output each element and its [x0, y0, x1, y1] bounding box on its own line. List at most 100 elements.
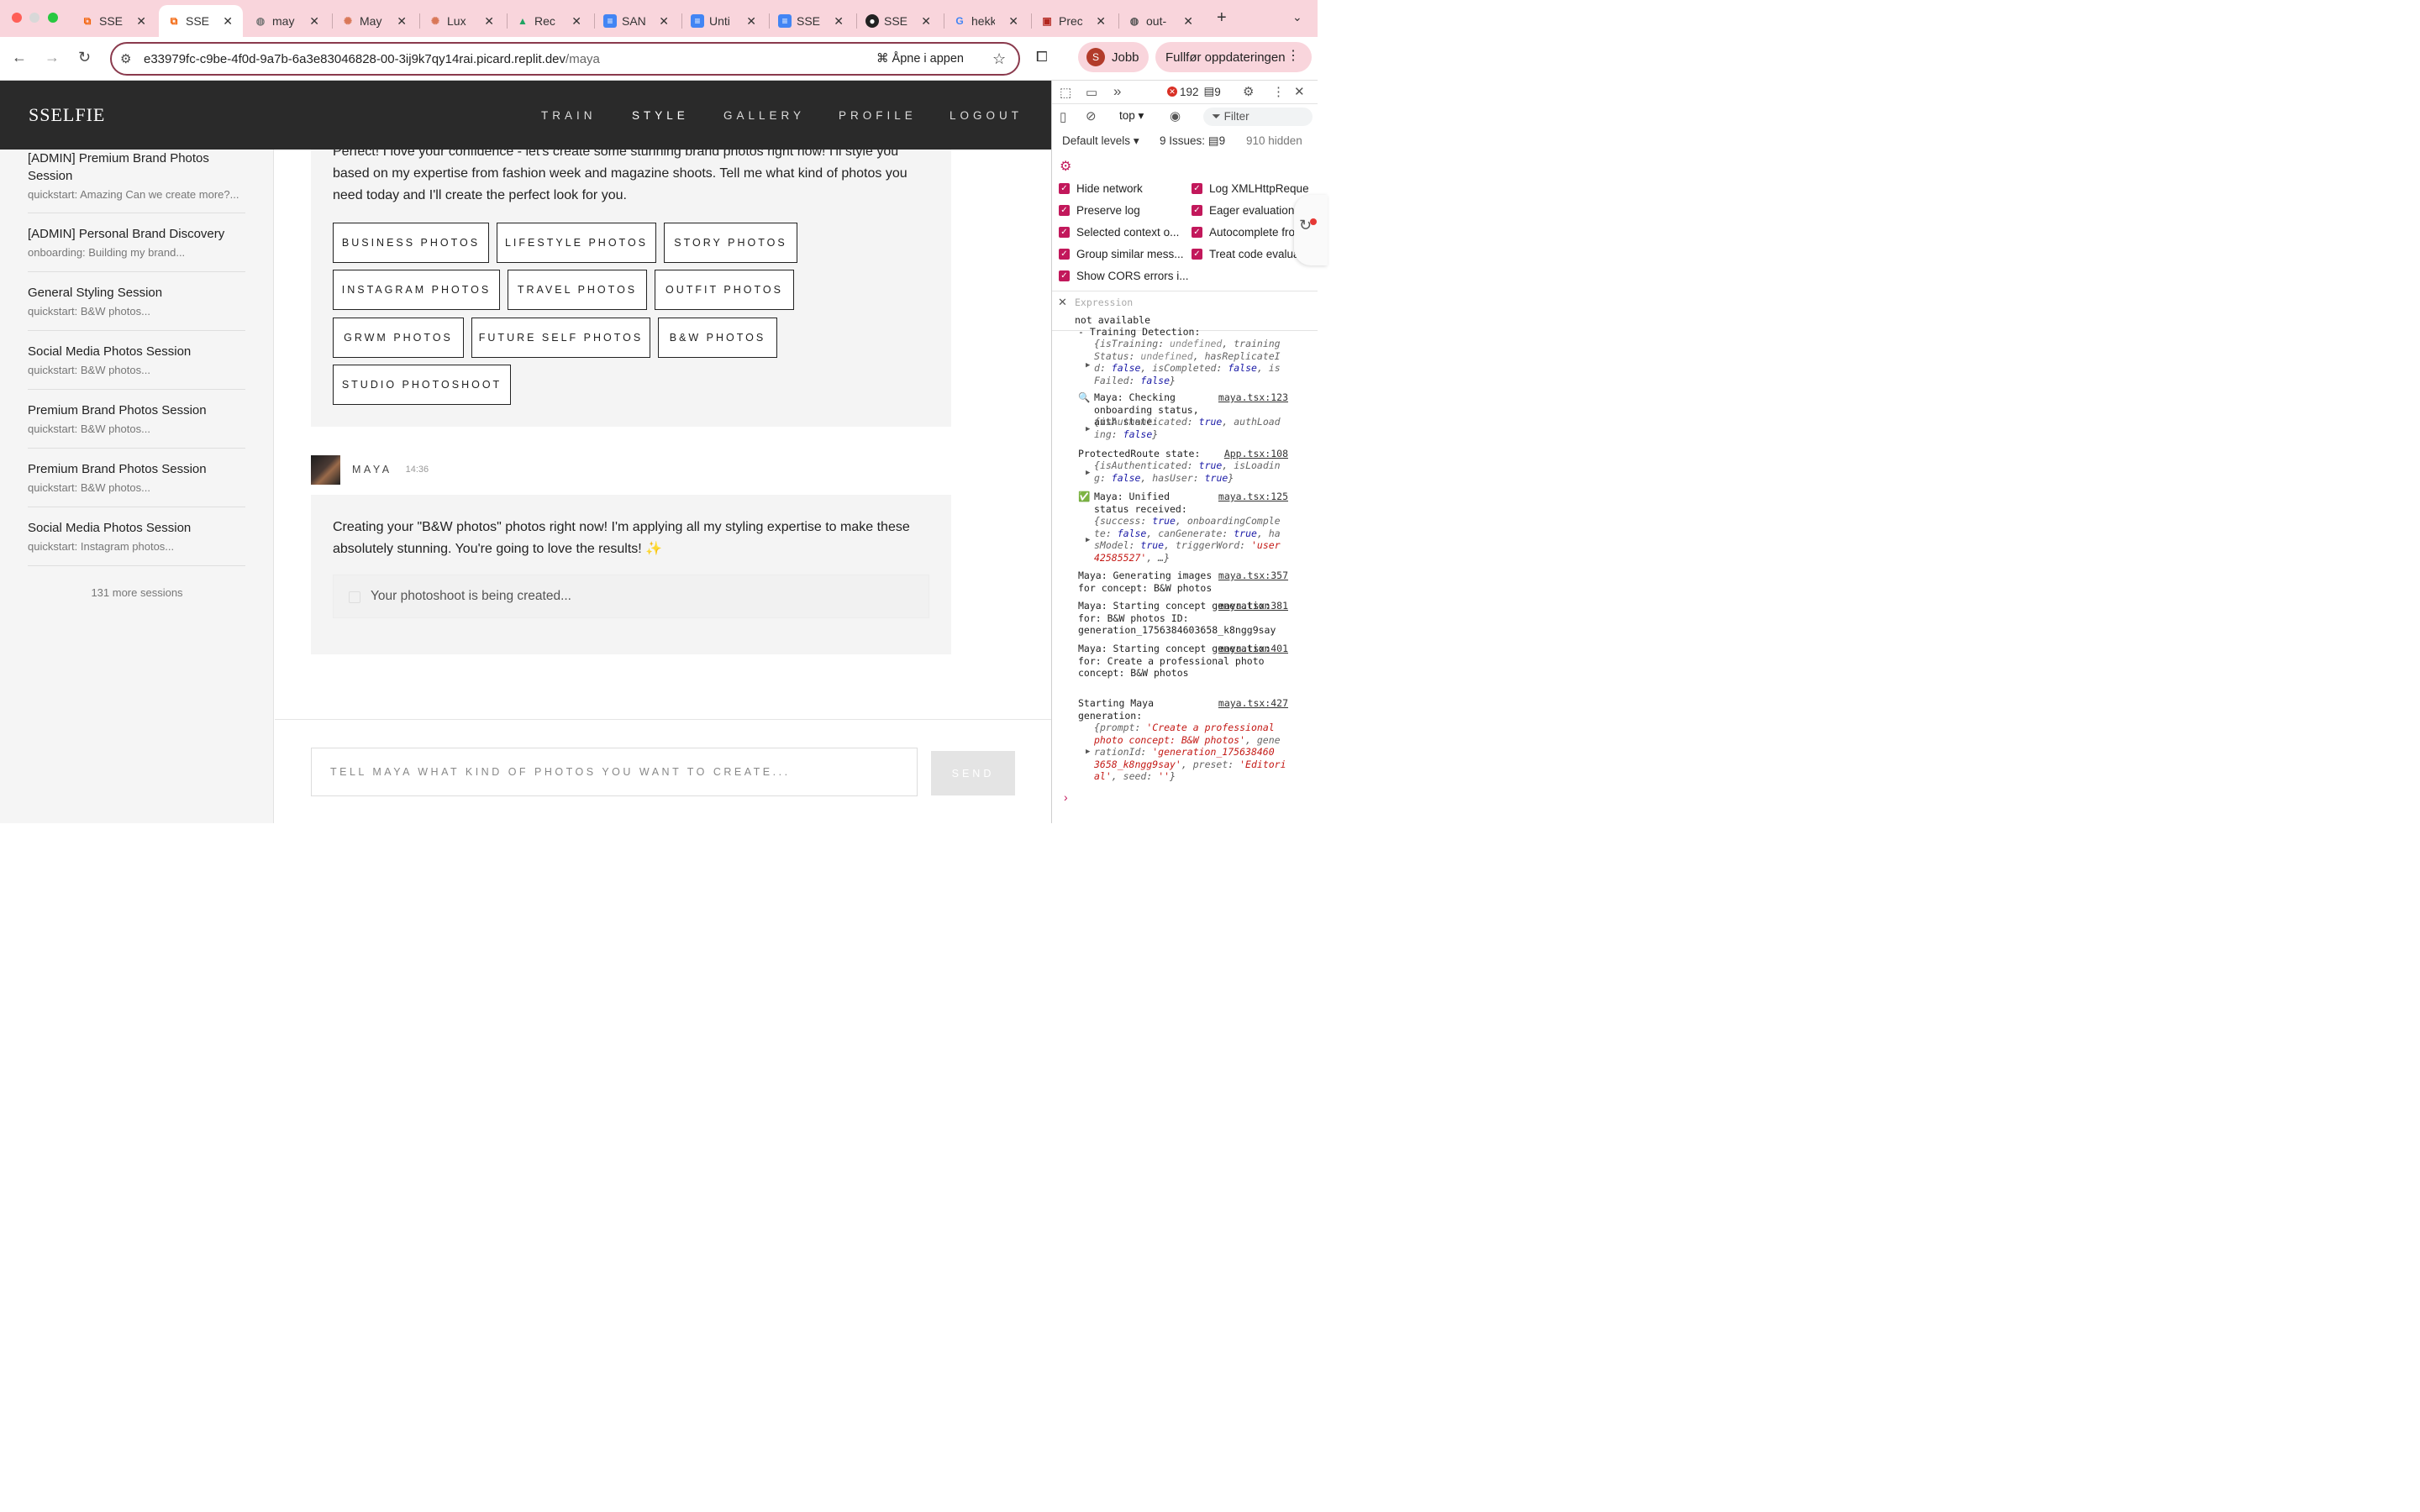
close-tab-icon[interactable]: ✕	[571, 14, 581, 29]
live-expression-eye-icon[interactable]: ◉	[1170, 108, 1181, 123]
concept-button-travel[interactable]: TRAVEL PHOTOS	[508, 270, 647, 310]
concept-button-studio[interactable]: STUDIO PHOTOSHOOT	[333, 365, 511, 405]
log-source-link[interactable]: maya.tsx:401	[1218, 643, 1288, 655]
log-source-link[interactable]: App.tsx:108	[1224, 448, 1288, 460]
setting-checkbox[interactable]: ✓ Autocomplete fro	[1192, 226, 1295, 239]
expand-triangle-icon[interactable]: ▶	[1086, 360, 1090, 372]
new-tab-icon[interactable]: +	[1217, 8, 1227, 28]
close-tab-icon[interactable]: ✕	[1183, 14, 1193, 29]
browser-tab[interactable]: ≡ SAN ✕	[595, 5, 679, 37]
site-settings-icon[interactable]: ⚙	[120, 51, 131, 66]
close-window-button[interactable]	[12, 13, 22, 23]
session-item[interactable]: Premium Brand Photos Session quickstart:…	[28, 402, 245, 435]
issues-button[interactable]: 9 Issues: ▤9	[1160, 134, 1225, 148]
browser-tab[interactable]: ≡ Unti ✕	[682, 5, 766, 37]
expand-triangle-icon[interactable]: ▶	[1086, 534, 1090, 547]
session-item[interactable]: General Styling Session quickstart: B&W …	[28, 284, 245, 318]
log-source-link[interactable]: maya.tsx:427	[1218, 697, 1288, 710]
concept-button-lifestyle[interactable]: LIFESTYLE PHOTOS	[497, 223, 656, 263]
close-tab-icon[interactable]: ✕	[834, 14, 844, 29]
nav-train[interactable]: TRAIN	[541, 109, 597, 122]
session-item[interactable]: Social Media Photos Session quickstart: …	[28, 343, 245, 376]
address-bar[interactable]: ⚙ e33979fc-c9be-4f0d-9a7b-6a3e83046828-0…	[110, 42, 1020, 76]
levels-dropdown[interactable]: Default levels ▾	[1062, 134, 1139, 148]
close-tab-icon[interactable]: ✕	[746, 14, 756, 29]
extensions-puzzle-icon[interactable]: ⧠	[1036, 49, 1048, 66]
sidebar-toggle-icon[interactable]: ▯	[1060, 109, 1066, 124]
browser-tab[interactable]: ◍ may ✕	[245, 5, 329, 37]
minimize-window-button[interactable]	[29, 13, 39, 23]
expression-label[interactable]: Expression	[1075, 297, 1133, 308]
close-tab-icon[interactable]: ✕	[921, 14, 931, 29]
session-item[interactable]: Premium Brand Photos Session quickstart:…	[28, 460, 245, 494]
close-tab-icon[interactable]: ✕	[659, 14, 669, 29]
setting-checkbox[interactable]: ✓ Log XMLHttpReque	[1192, 182, 1309, 195]
brand-logo[interactable]: SSELFIE	[29, 104, 105, 126]
browser-tab[interactable]: ≡ SSE ✕	[770, 5, 854, 37]
more-sessions-link[interactable]: 131 more sessions	[0, 586, 273, 599]
concept-button-bw[interactable]: B&W PHOTOS	[658, 318, 777, 358]
floating-extension-widget[interactable]: ↻	[1294, 195, 1328, 265]
browser-tab[interactable]: ▣ Prec ✕	[1032, 5, 1116, 37]
reload-icon[interactable]: ↻	[78, 49, 91, 66]
setting-checkbox[interactable]: ✓ Preserve log	[1059, 204, 1140, 217]
bookmark-star-icon[interactable]: ☆	[992, 50, 1006, 68]
setting-checkbox[interactable]: ✓ Treat code evalua	[1192, 248, 1300, 260]
close-tab-icon[interactable]: ✕	[1096, 14, 1106, 29]
expand-triangle-icon[interactable]: ▶	[1086, 467, 1090, 480]
back-arrow-icon[interactable]: ←	[12, 49, 27, 66]
browser-tab-active[interactable]: ⧉ SSE ✕	[159, 5, 243, 37]
browser-tab[interactable]: ✺ May ✕	[333, 5, 417, 37]
open-in-app-button[interactable]: ⌘ Åpne i appen	[876, 52, 964, 66]
setting-checkbox[interactable]: ✓ Hide network	[1059, 182, 1143, 195]
inspect-element-icon[interactable]: ⬚	[1060, 85, 1071, 100]
setting-checkbox[interactable]: ✓ Show CORS errors i...	[1059, 270, 1189, 282]
browser-tab[interactable]: ⧉ SSE ✕	[72, 5, 156, 37]
console-settings-icon[interactable]: ⚙	[1060, 158, 1071, 175]
nav-logout[interactable]: LOGOUT	[950, 109, 1023, 122]
session-item[interactable]: Social Media Photos Session quickstart: …	[28, 519, 245, 553]
settings-gear-icon[interactable]: ⚙	[1243, 84, 1254, 99]
message-input[interactable]	[311, 748, 918, 796]
log-source-link[interactable]: maya.tsx:381	[1218, 600, 1288, 612]
more-panels-icon[interactable]: »	[1113, 83, 1121, 100]
remove-expression-icon[interactable]: ✕	[1058, 296, 1067, 309]
close-tab-icon[interactable]: ✕	[223, 14, 233, 29]
browser-tab[interactable]: G hekk ✕	[944, 5, 1028, 37]
expand-triangle-icon[interactable]: ▶	[1086, 746, 1090, 759]
nav-gallery[interactable]: GALLERY	[723, 109, 805, 122]
setting-checkbox[interactable]: ✓ Selected context o...	[1059, 226, 1179, 239]
concept-button-instagram[interactable]: INSTAGRAM PHOTOS	[333, 270, 500, 310]
expand-triangle-icon[interactable]: ▶	[1086, 423, 1090, 436]
url-text[interactable]: e33979fc-c9be-4f0d-9a7b-6a3e83046828-00-…	[144, 52, 600, 66]
close-tab-icon[interactable]: ✕	[397, 14, 407, 29]
browser-tab[interactable]: ✺ Lux ✕	[420, 5, 504, 37]
forward-arrow-icon[interactable]: →	[45, 49, 60, 66]
profile-button[interactable]: S Jobb	[1078, 42, 1149, 72]
more-vertical-icon[interactable]: ⋮	[1272, 84, 1285, 99]
context-select[interactable]: top ▾	[1119, 109, 1144, 123]
browser-tab[interactable]: ▲ Rec ✕	[508, 5, 592, 37]
error-warning-counter[interactable]: ✕ 192 ▤ 9	[1167, 85, 1221, 98]
concept-button-outfit[interactable]: OUTFIT PHOTOS	[655, 270, 794, 310]
clear-console-icon[interactable]: ⊘	[1086, 108, 1097, 123]
close-tab-icon[interactable]: ✕	[309, 14, 319, 29]
close-devtools-icon[interactable]: ✕	[1294, 84, 1305, 99]
setting-checkbox[interactable]: ✓ Eager evaluation	[1192, 204, 1294, 217]
concept-button-story[interactable]: STORY PHOTOS	[664, 223, 797, 263]
maximize-window-button[interactable]	[48, 13, 58, 23]
update-button[interactable]: Fullfør oppdateringen ⋮	[1155, 42, 1312, 72]
log-source-link[interactable]: maya.tsx:357	[1218, 570, 1288, 582]
close-tab-icon[interactable]: ✕	[136, 14, 146, 29]
nav-profile[interactable]: PROFILE	[839, 109, 917, 122]
session-item[interactable]: [ADMIN] Personal Brand Discovery onboard…	[28, 225, 245, 259]
filter-input[interactable]: ⏷ Filter	[1203, 108, 1313, 126]
browser-tab[interactable]: ● SSE ✕	[857, 5, 941, 37]
log-source-link[interactable]: maya.tsx:123	[1218, 391, 1288, 404]
concept-button-business[interactable]: BUSINESS PHOTOS	[333, 223, 489, 263]
close-tab-icon[interactable]: ✕	[1008, 14, 1018, 29]
nav-style[interactable]: STYLE	[632, 109, 689, 122]
setting-checkbox[interactable]: ✓ Group similar mess...	[1059, 248, 1184, 260]
concept-button-grwm[interactable]: GRWM PHOTOS	[333, 318, 464, 358]
console-prompt-caret-icon[interactable]: ›	[1064, 790, 1068, 804]
